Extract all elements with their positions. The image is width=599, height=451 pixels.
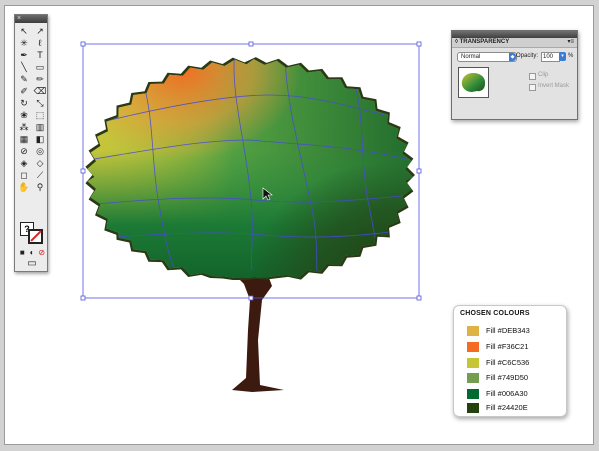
color-mode-row: ■ ◐ ⊘ [18, 248, 46, 257]
swatch-row: Fill #C6C536 [467, 358, 562, 369]
tree-thumbnail-icon [461, 73, 486, 92]
zoom-tool-icon[interactable]: ⚲ [33, 182, 47, 193]
opacity-dropdown-button[interactable]: ▾ [559, 52, 566, 61]
artboard-tool-icon[interactable]: ◻ [17, 170, 31, 181]
invert-mask-checkbox[interactable] [529, 84, 536, 91]
mesh-tool-icon[interactable]: ▦ [17, 134, 31, 145]
slice-tool-icon[interactable]: ⟋ [33, 170, 47, 181]
swatch-row: Fill #24420E [467, 403, 562, 414]
rectangle-tool-icon[interactable]: ▭ [33, 62, 47, 73]
opacity-input[interactable]: 100 [541, 52, 560, 62]
color-chip [467, 389, 479, 399]
selection-tool-icon[interactable]: ↖ [17, 26, 31, 37]
chosen-colours-title: CHOSEN COLOURS [460, 310, 530, 317]
chevron-down-icon: ◆ [509, 53, 516, 61]
type-tool-icon[interactable]: T [33, 50, 47, 61]
tools-panel-header[interactable]: × [15, 15, 47, 23]
blob-brush-tool-icon[interactable]: ✐ [17, 86, 31, 97]
eraser-tool-icon[interactable]: ⌫ [33, 86, 47, 97]
close-icon[interactable]: × [17, 14, 21, 23]
pencil-tool-icon[interactable]: ✏ [33, 74, 47, 85]
clip-label: Clip [538, 72, 549, 78]
blend-mode-select[interactable]: Normal ◆ [457, 52, 517, 62]
chosen-colours-panel: CHOSEN COLOURS Fill #DEB343 Fill #F36C21 F… [453, 305, 567, 417]
color-chip [467, 326, 479, 336]
tree-crown [87, 59, 414, 278]
color-chip [467, 403, 479, 413]
blend-mode-value: Normal [461, 54, 481, 60]
color-mode-icon[interactable]: ■ [18, 248, 27, 257]
live-paint-bucket-tool-icon[interactable]: ◈ [17, 158, 31, 169]
swatch-label: Fill #C6C536 [486, 358, 530, 367]
opacity-unit: % [568, 53, 574, 59]
screen-mode-icon[interactable]: ▭ [24, 259, 40, 269]
clip-checkbox[interactable] [529, 73, 536, 80]
stroke-swatch[interactable] [28, 229, 43, 244]
tools-panel[interactable]: × ↖ ↗ ✳ ℓ ✒ T ╲ ▭ ✎ ✏ ✐ ⌫ ↻ ⤡ ❀ ⬚ ⁂ ▥ ▦ ◧ ⊘ ◎ ◈ ◇ ◻ ⟋ ✋ ⚲ ? ■ ◐ ⊘ ▭ [14, 14, 48, 272]
scale-tool-icon[interactable]: ⤡ [33, 98, 47, 109]
none-mode-icon[interactable]: ⊘ [37, 248, 46, 257]
live-paint-selection-tool-icon[interactable]: ◇ [33, 158, 47, 169]
swatch-label: Fill #DEB343 [486, 326, 530, 335]
pen-tool-icon[interactable]: ✒ [17, 50, 31, 61]
swatch-row: Fill #DEB343 [467, 326, 562, 337]
swatch-label: Fill #F36C21 [486, 342, 529, 351]
hand-tool-icon[interactable]: ✋ [17, 182, 31, 193]
eyedropper-tool-icon[interactable]: ⊘ [17, 146, 31, 157]
symbol-sprayer-tool-icon[interactable]: ⁂ [17, 122, 31, 133]
swatch-label: Fill #006A30 [486, 389, 528, 398]
tool-grid: ↖ ↗ ✳ ℓ ✒ T ╲ ▭ ✎ ✏ ✐ ⌫ ↻ ⤡ ❀ ⬚ ⁂ ▥ ▦ ◧ ⊘ ◎ ◈ ◇ ◻ ⟋ ✋ ⚲ [15, 23, 47, 193]
color-chip [467, 358, 479, 368]
color-chip [467, 342, 479, 352]
opacity-label: Opacity: [516, 53, 539, 59]
gradient-mode-icon[interactable]: ◐ [28, 248, 37, 257]
swatch-label: Fill #749D50 [486, 373, 529, 382]
direct-selection-tool-icon[interactable]: ↗ [33, 26, 47, 37]
warp-tool-icon[interactable]: ❀ [17, 110, 31, 121]
gradient-tool-icon[interactable]: ◧ [33, 134, 47, 145]
color-chip [467, 373, 479, 383]
transparency-panel[interactable]: ◊ TRANSPARENCY ▾≡ Normal ◆ Opacity: 100 … [451, 30, 578, 120]
rotate-tool-icon[interactable]: ↻ [17, 98, 31, 109]
object-thumbnail[interactable] [458, 67, 489, 98]
transparency-panel-titlebar[interactable] [452, 31, 577, 38]
column-graph-tool-icon[interactable]: ▥ [33, 122, 47, 133]
swatch-row: Fill #749D50 [467, 373, 562, 384]
paintbrush-tool-icon[interactable]: ✎ [17, 74, 31, 85]
invert-mask-label: Invert Mask [538, 83, 570, 89]
blend-tool-icon[interactable]: ◎ [33, 146, 47, 157]
magic-wand-tool-icon[interactable]: ✳ [17, 38, 31, 49]
free-transform-tool-icon[interactable]: ⬚ [33, 110, 47, 121]
swatch-row: Fill #F36C21 [467, 342, 562, 353]
line-tool-icon[interactable]: ╲ [17, 62, 31, 73]
panel-menu-icon[interactable]: ▾≡ [567, 39, 574, 46]
swatch-label: Fill #24420E [486, 403, 528, 412]
lasso-tool-icon[interactable]: ℓ [33, 38, 47, 49]
fill-stroke-control[interactable]: ? [17, 220, 47, 246]
swatch-row: Fill #006A30 [467, 389, 562, 400]
tab-transparency[interactable]: ◊ TRANSPARENCY [455, 39, 509, 46]
